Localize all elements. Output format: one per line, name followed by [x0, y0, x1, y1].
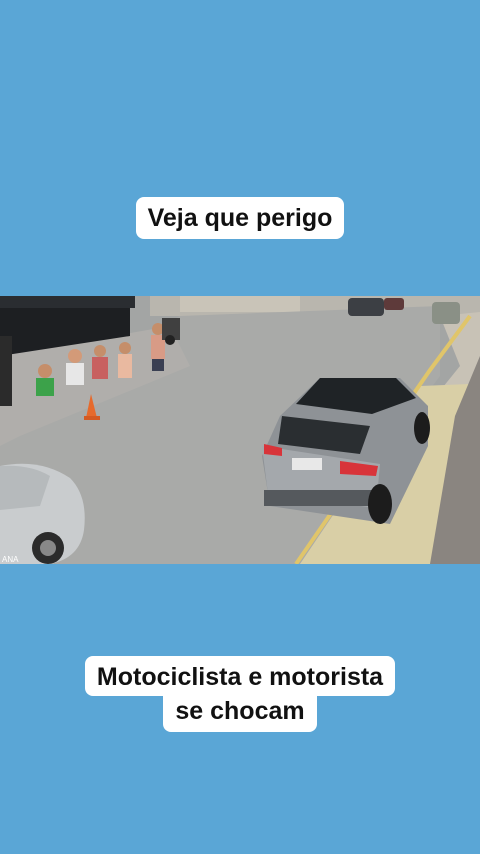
video-frame[interactable]: ANA [0, 296, 480, 564]
street-scene-image: ANA [0, 296, 480, 564]
reel-page: Veja que perigo ANA Motociclista e motor… [0, 0, 480, 854]
svg-text:ANA: ANA [2, 555, 19, 564]
bottom-caption-line-2: se chocam [163, 694, 317, 732]
top-caption: Veja que perigo [135, 197, 345, 239]
bottom-caption-container: Motociclista e motorista se chocam [0, 656, 480, 732]
bottom-caption-line-1: Motociclista e motorista [84, 656, 396, 696]
top-caption-container: Veja que perigo [0, 197, 480, 239]
